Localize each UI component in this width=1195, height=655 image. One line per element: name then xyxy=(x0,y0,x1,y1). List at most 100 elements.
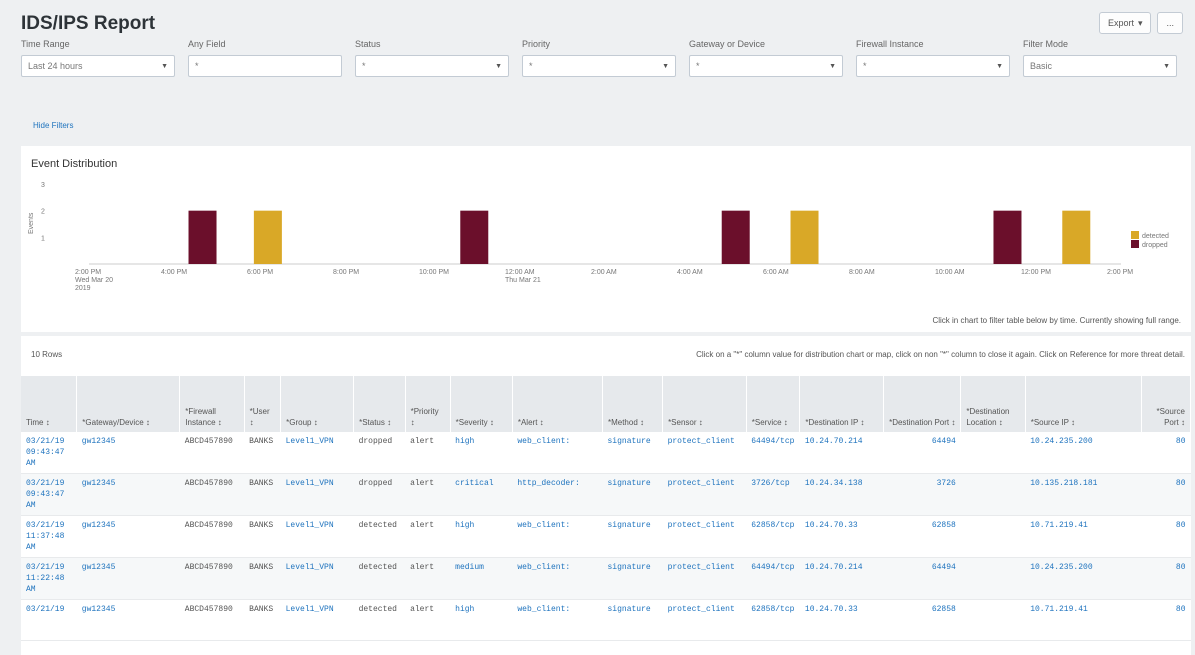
table-row[interactable]: 03/21/19 09:43:47 AM gw12345 ABCD457890 BAN… xyxy=(21,432,1191,474)
table-cell[interactable]: Level1_VPN xyxy=(280,473,354,516)
x-tick-label: 2:00 PM xyxy=(1107,269,1133,276)
table-cell[interactable]: gw12345 xyxy=(76,515,180,558)
filter-select[interactable]: Basic ▼ xyxy=(1023,55,1177,77)
filter-select[interactable]: * ▼ xyxy=(689,55,843,77)
table-cell[interactable] xyxy=(960,473,1026,516)
table-cell[interactable] xyxy=(960,557,1026,600)
table-cell[interactable]: high xyxy=(450,599,513,641)
table-cell[interactable]: gw12345 xyxy=(76,599,180,641)
table-cell[interactable]: http_decoder: xyxy=(512,473,603,516)
table-cell[interactable]: protect_client xyxy=(662,599,747,641)
table-cell[interactable]: 10.24.70.33 xyxy=(799,515,884,558)
table-row[interactable]: 03/21/19 09:43:47 AM gw12345 ABCD457890 BAN… xyxy=(21,473,1191,516)
table-cell[interactable]: high xyxy=(450,515,513,558)
column-header[interactable]: *Status ↕ xyxy=(353,376,406,432)
table-cell[interactable]: 03/21/19 11:22:48 AM xyxy=(21,557,77,600)
table-cell[interactable]: Level1_VPN xyxy=(280,432,354,474)
column-header[interactable]: *Sensor ↕ xyxy=(662,376,747,432)
table-cell[interactable]: 62858 xyxy=(883,599,961,641)
any-field-input[interactable] xyxy=(188,55,342,77)
table-cell[interactable]: 64494 xyxy=(883,432,961,474)
column-header[interactable]: *Source Port ↕ xyxy=(1141,376,1192,432)
table-row[interactable]: 03/21/19 gw12345 ABCD457890 BANKS Level1_VPN… xyxy=(21,599,1191,641)
column-header[interactable]: *Destination Port ↕ xyxy=(883,376,962,432)
column-header[interactable]: *Destination IP ↕ xyxy=(799,376,885,432)
table-cell[interactable]: 10.24.235.200 xyxy=(1025,557,1142,600)
table-cell[interactable]: 80 xyxy=(1141,473,1191,516)
export-button[interactable]: Export ▾ xyxy=(1098,12,1152,34)
table-cell[interactable]: 10.24.70.214 xyxy=(799,557,884,600)
table-cell[interactable]: 03/21/19 xyxy=(21,599,77,641)
table-cell[interactable]: 10.71.219.41 xyxy=(1025,599,1142,641)
table-cell[interactable]: 10.135.218.181 xyxy=(1025,473,1142,516)
table-cell[interactable]: 80 xyxy=(1141,557,1191,600)
table-cell[interactable]: 3726 xyxy=(883,473,961,516)
filter-select[interactable]: * ▼ xyxy=(355,55,509,77)
column-header[interactable]: *Service ↕ xyxy=(746,376,801,432)
table-cell[interactable]: protect_client xyxy=(662,557,747,600)
filter-select[interactable]: * ▼ xyxy=(522,55,676,77)
table-cell[interactable]: 10.24.235.200 xyxy=(1025,432,1142,474)
column-header[interactable]: *Firewall Instance ↕ xyxy=(179,376,245,432)
table-cell[interactable]: medium xyxy=(450,557,513,600)
table-cell[interactable]: protect_client xyxy=(662,515,747,558)
table-cell[interactable]: 10.24.70.214 xyxy=(799,432,884,474)
table-cell[interactable]: signature xyxy=(602,473,663,516)
table-cell[interactable]: protect_client xyxy=(662,473,747,516)
table-cell[interactable]: gw12345 xyxy=(76,473,180,516)
table-cell[interactable]: 10.71.219.41 xyxy=(1025,515,1142,558)
table-cell[interactable]: 62858 xyxy=(883,515,961,558)
table-cell[interactable]: signature xyxy=(602,432,663,474)
table-cell[interactable]: web_client: xyxy=(512,515,603,558)
table-cell[interactable] xyxy=(960,432,1026,474)
more-button[interactable]: ... xyxy=(1157,12,1183,34)
table-cell[interactable]: 3726/tcp xyxy=(746,473,800,516)
table-row[interactable]: 03/21/19 11:37:48 AM gw12345 ABCD457890 BAN… xyxy=(21,515,1191,558)
event-distribution-chart[interactable]: 123Events2:00 PMWed Mar 2020194:00 PM 6:0… xyxy=(21,146,1191,332)
filter-select[interactable]: * ▼ xyxy=(856,55,1010,77)
table-cell[interactable]: signature xyxy=(602,557,663,600)
table-cell[interactable]: signature xyxy=(602,515,663,558)
table-cell[interactable]: 62858/tcp xyxy=(746,515,800,558)
column-header[interactable]: *Priority ↕ xyxy=(405,376,451,432)
column-header[interactable]: *Gateway/Device ↕ xyxy=(76,376,181,432)
hide-filters-link[interactable]: Hide Filters xyxy=(33,121,73,130)
table-cell[interactable] xyxy=(960,515,1026,558)
table-cell[interactable]: 64494 xyxy=(883,557,961,600)
table-cell[interactable]: 03/21/19 11:37:48 AM xyxy=(21,515,77,558)
table-cell[interactable]: Level1_VPN xyxy=(280,599,354,641)
column-header[interactable]: *User ↕ xyxy=(244,376,282,432)
column-header[interactable]: *Method ↕ xyxy=(602,376,664,432)
table-cell[interactable]: 64494/tcp xyxy=(746,557,800,600)
column-header[interactable]: *Alert ↕ xyxy=(512,376,603,432)
table-cell[interactable]: protect_client xyxy=(662,432,747,474)
table-cell[interactable]: signature xyxy=(602,599,663,641)
column-header[interactable]: *Destination Location ↕ xyxy=(960,376,1026,432)
table-cell[interactable]: 64494/tcp xyxy=(746,432,800,474)
table-cell[interactable]: 03/21/19 09:43:47 AM xyxy=(21,473,77,516)
table-cell[interactable]: critical xyxy=(450,473,513,516)
column-header[interactable]: *Source IP ↕ xyxy=(1025,376,1142,432)
filter-select[interactable]: Last 24 hours ▼ xyxy=(21,55,175,77)
table-cell[interactable]: 03/21/19 09:43:47 AM xyxy=(21,432,77,474)
table-cell[interactable]: 80 xyxy=(1141,515,1191,558)
table-cell[interactable]: gw12345 xyxy=(76,557,180,600)
table-cell[interactable]: 10.24.34.138 xyxy=(799,473,884,516)
column-header[interactable]: *Severity ↕ xyxy=(450,376,513,432)
table-cell[interactable]: web_client: xyxy=(512,599,603,641)
table-cell[interactable]: 80 xyxy=(1141,599,1191,641)
table-cell[interactable]: web_client: xyxy=(512,557,603,600)
column-header[interactable]: Time ↕ xyxy=(21,376,78,432)
table-cell[interactable] xyxy=(960,599,1026,641)
column-header[interactable]: *Group ↕ xyxy=(280,376,355,432)
table-cell[interactable]: 10.24.70.33 xyxy=(799,599,884,641)
table-cell[interactable]: Level1_VPN xyxy=(280,515,354,558)
table-cell: alert xyxy=(405,432,451,474)
table-cell[interactable]: gw12345 xyxy=(76,432,180,474)
table-cell[interactable]: 80 xyxy=(1141,432,1191,474)
table-row[interactable]: 03/21/19 11:22:48 AM gw12345 ABCD457890 BAN… xyxy=(21,557,1191,600)
table-cell[interactable]: high xyxy=(450,432,513,474)
table-cell[interactable]: Level1_VPN xyxy=(280,557,354,600)
table-cell[interactable]: web_client: xyxy=(512,432,603,474)
table-cell[interactable]: 62858/tcp xyxy=(746,599,800,641)
